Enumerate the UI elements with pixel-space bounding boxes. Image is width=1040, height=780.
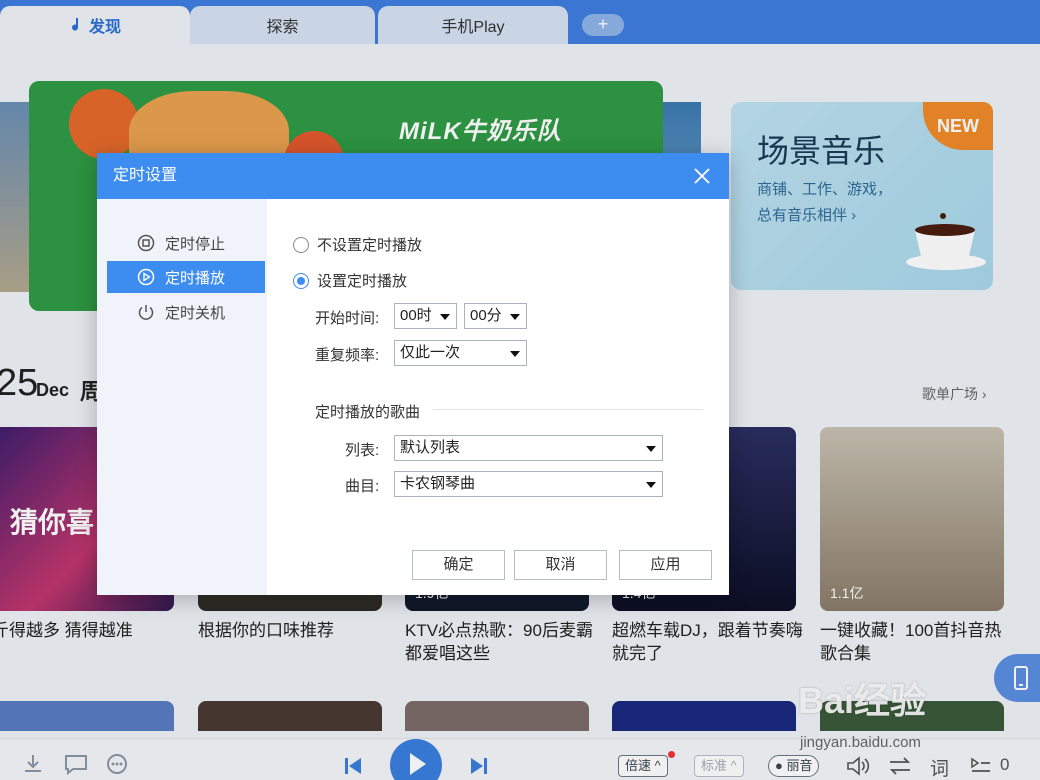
songs-section-title: 定时播放的歌曲 [315, 404, 421, 421]
play-timer-icon [137, 268, 155, 286]
schedule-radio[interactable] [293, 272, 309, 289]
list-select[interactable]: 默认列表 [394, 435, 663, 461]
section-divider [433, 409, 703, 410]
repeat-value: 仅此一次 [400, 344, 461, 361]
minute-select[interactable]: 00分 [464, 303, 527, 329]
track-value: 卡农钢琴曲 [400, 475, 476, 492]
track-label: 曲目: [345, 478, 380, 495]
dialog-body: 不设置定时播放 设置定时播放 开始时间: 00时 00分 重复频率: 仅此一次 … [267, 199, 729, 595]
sidebar-item-stop-timer[interactable]: 定时停止 [107, 227, 265, 259]
cancel-button[interactable]: 取消 [514, 550, 607, 580]
schedule-label: 设置定时播放 [317, 273, 408, 290]
list-value: 默认列表 [400, 439, 461, 456]
chevron-down-icon [646, 482, 656, 488]
hour-select[interactable]: 00时 [394, 303, 457, 329]
dialog-header: 定时设置 [97, 153, 729, 199]
repeat-label: 重复频率: [315, 347, 380, 364]
no-schedule-option[interactable]: 不设置定时播放 [293, 234, 422, 255]
sidebar-item-label: 定时播放 [165, 269, 226, 287]
start-time-label: 开始时间: [315, 310, 380, 327]
sidebar-item-shutdown-timer[interactable]: 定时关机 [107, 296, 265, 328]
hour-value: 00时 [400, 307, 432, 324]
dialog-title: 定时设置 [113, 167, 178, 184]
repeat-select[interactable]: 仅此一次 [394, 340, 527, 366]
sidebar-item-label: 定时停止 [165, 235, 226, 253]
track-select[interactable]: 卡农钢琴曲 [394, 471, 663, 497]
apply-button[interactable]: 应用 [619, 550, 712, 580]
power-icon [138, 305, 154, 320]
schedule-option[interactable]: 设置定时播放 [293, 270, 407, 291]
chevron-down-icon [510, 314, 520, 320]
chevron-down-icon [440, 314, 450, 320]
timer-settings-dialog: 定时设置 定时停止 定时播放 定时关机 不设置定时播放 设置定时播放 开始时间:… [97, 153, 729, 595]
no-schedule-label: 不设置定时播放 [317, 237, 423, 254]
ok-button[interactable]: 确定 [412, 550, 505, 580]
list-label: 列表: [345, 442, 380, 459]
close-icon[interactable] [693, 167, 711, 185]
sidebar-item-play-timer[interactable]: 定时播放 [107, 261, 265, 293]
sidebar-item-label: 定时关机 [165, 304, 226, 322]
chevron-down-icon [646, 446, 656, 452]
no-schedule-radio[interactable] [293, 236, 309, 253]
chevron-down-icon [510, 351, 520, 357]
stop-timer-icon [137, 234, 155, 252]
dialog-sidebar: 定时停止 定时播放 定时关机 [97, 199, 267, 595]
minute-value: 00分 [470, 307, 502, 324]
